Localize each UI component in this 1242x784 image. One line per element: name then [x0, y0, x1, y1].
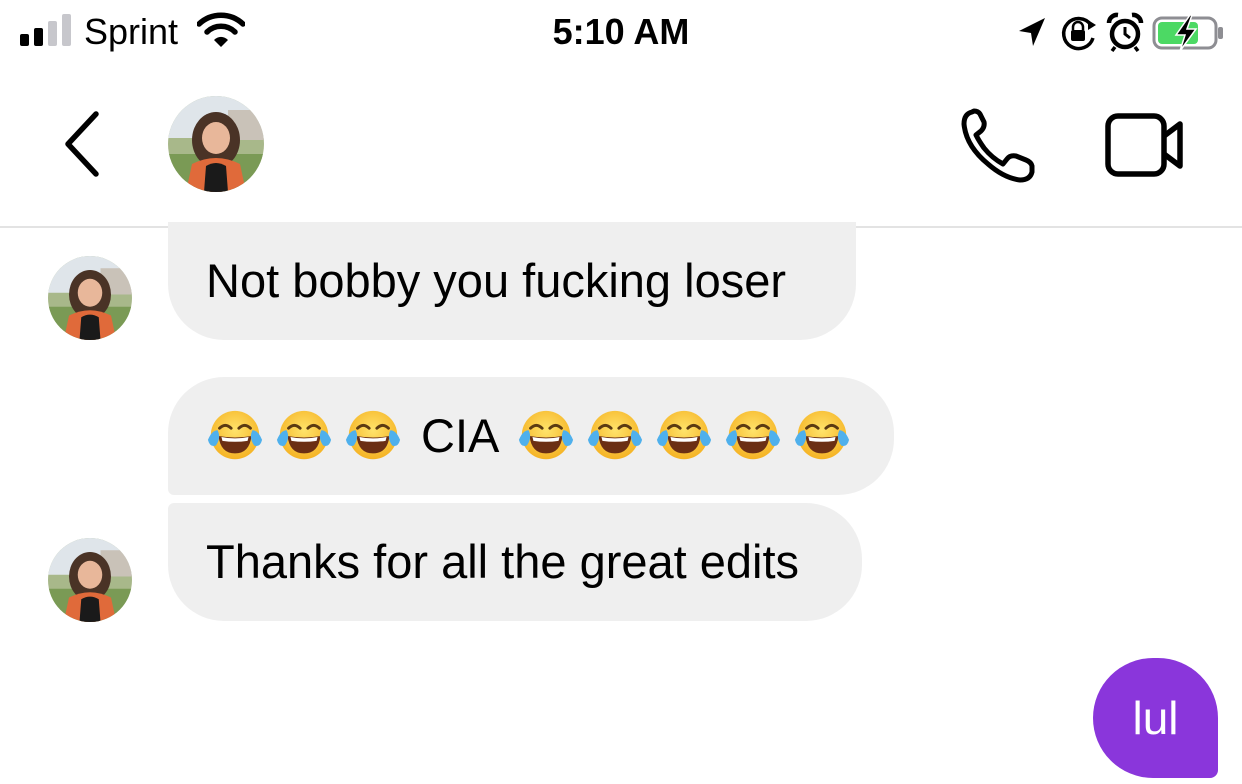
contact-avatar[interactable]	[168, 96, 264, 192]
tears-of-joy-emoji-icon	[519, 410, 574, 460]
alarm-icon	[1106, 12, 1144, 53]
emoji-message-row: CIA	[206, 407, 862, 465]
incoming-message-bubble[interactable]: Thanks for all the great edits	[168, 503, 862, 621]
message-text: CIA	[421, 409, 500, 462]
tears-of-joy-emoji-icon	[276, 410, 332, 460]
back-button[interactable]	[52, 106, 112, 182]
instagram-dm-screen: Sprint 5:10 AM Not bobby you fucking los…	[0, 0, 1242, 784]
sender-avatar[interactable]	[48, 256, 132, 340]
message-text: Not bobby you fucking loser	[206, 254, 786, 307]
tears-of-joy-emoji-icon	[726, 410, 781, 460]
tears-of-joy-emoji-icon	[207, 410, 263, 460]
avatar-photo	[48, 538, 132, 622]
message-text: lul	[1132, 692, 1179, 744]
battery-charging-icon	[1152, 14, 1223, 52]
emoji-group-before	[206, 407, 413, 465]
tears-of-joy-emoji-icon	[657, 410, 712, 460]
incoming-message-bubble[interactable]: CIA	[168, 377, 894, 495]
avatar-photo	[168, 96, 264, 192]
tears-of-joy-emoji-icon	[345, 410, 401, 460]
status-time: 5:10 AM	[552, 11, 690, 52]
orientation-lock-icon	[1061, 16, 1096, 51]
tears-of-joy-emoji-icon	[795, 410, 850, 460]
conversation-header	[0, 70, 1242, 228]
emoji-group-after	[517, 407, 862, 465]
video-call-button[interactable]	[1104, 110, 1186, 180]
phone-call-button[interactable]	[958, 106, 1038, 186]
avatar-photo	[48, 256, 132, 340]
tears-of-joy-emoji-icon	[588, 410, 643, 460]
message-text: Thanks for all the great edits	[206, 535, 800, 588]
outgoing-message-bubble[interactable]: lul	[1093, 658, 1218, 778]
location-arrow-icon	[1019, 18, 1045, 46]
status-bar: Sprint 5:10 AM	[0, 0, 1242, 70]
incoming-message-bubble[interactable]: Not bobby you fucking loser	[168, 222, 856, 340]
sender-avatar[interactable]	[48, 538, 132, 622]
